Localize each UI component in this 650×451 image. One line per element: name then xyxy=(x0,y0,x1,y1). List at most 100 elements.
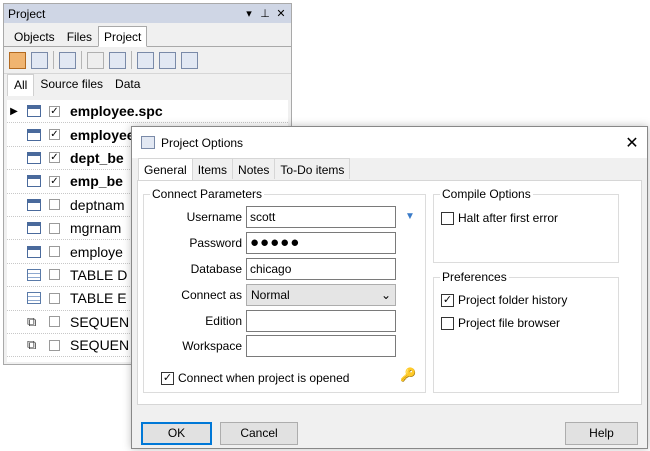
table-icon xyxy=(27,268,41,281)
key-icon[interactable]: 🔑 xyxy=(400,367,416,383)
project-options-icon xyxy=(141,136,155,149)
row-checkbox[interactable] xyxy=(49,292,60,304)
preferences-group: Preferences xyxy=(433,270,619,393)
row-checkbox[interactable] xyxy=(49,269,60,281)
subtab-data[interactable]: Data xyxy=(109,74,146,96)
chevron-down-icon: ⌄ xyxy=(380,288,391,302)
row-checkbox[interactable] xyxy=(49,222,60,234)
add-file-icon[interactable] xyxy=(59,51,76,69)
compile-all-icon[interactable] xyxy=(181,51,198,69)
connect-when-opened-box[interactable]: ✓ xyxy=(161,371,174,385)
download-icon[interactable] xyxy=(31,51,48,69)
list-item-name: emp_be xyxy=(70,173,123,190)
sequence-icon: ⧉ xyxy=(27,337,37,353)
file-icon xyxy=(27,222,41,235)
pin-icon[interactable]: ⊥ xyxy=(259,8,271,20)
list-item-name: SEQUEN xyxy=(70,337,130,354)
row-pointer-icon: ▶ xyxy=(10,105,18,117)
cancel-button[interactable]: Cancel xyxy=(220,422,298,445)
compile-icon[interactable] xyxy=(159,51,176,69)
password-input[interactable]: ●●●●● xyxy=(246,232,396,254)
tab-todo-items[interactable]: To-Do items xyxy=(274,158,351,179)
row-checkbox[interactable] xyxy=(49,246,60,258)
list-item-name: SEQUEN xyxy=(70,313,130,330)
dialog-close-icon[interactable]: ✕ xyxy=(617,133,647,153)
help-button[interactable]: Help xyxy=(565,422,638,445)
list-item[interactable]: ▶ ✓ employee.spc xyxy=(7,100,288,124)
file-browser-box[interactable] xyxy=(441,316,454,330)
connect-as-select[interactable]: Normal ⌄ xyxy=(246,284,396,306)
list-item-name: TABLE E xyxy=(70,290,127,307)
row-checkbox[interactable]: ✓ xyxy=(49,152,60,164)
ok-button[interactable]: OK xyxy=(141,422,212,445)
copy-icon[interactable] xyxy=(87,51,104,69)
edition-input[interactable] xyxy=(246,310,396,332)
row-checkbox[interactable]: ✓ xyxy=(49,175,60,187)
workspace-input[interactable] xyxy=(246,335,396,357)
row-checkbox[interactable] xyxy=(49,199,60,211)
panel-menu-icon[interactable]: ▾ xyxy=(243,8,255,20)
toolbar-separator xyxy=(131,51,132,69)
halt-after-error-checkbox[interactable]: Halt after first error xyxy=(441,211,558,225)
project-toolbar xyxy=(4,47,291,74)
table-icon xyxy=(27,292,41,305)
list-item-name: employee.spc xyxy=(70,103,163,120)
row-checkbox[interactable]: ✓ xyxy=(49,105,60,117)
toolbar-separator xyxy=(81,51,82,69)
preferences-legend: Preferences xyxy=(442,270,507,284)
list-item-name: TABLE D xyxy=(70,266,128,283)
list-item-name: deptnam xyxy=(70,196,125,213)
username-label: Username xyxy=(186,210,242,224)
folder-history-checkbox[interactable]: ✓ Project folder history xyxy=(441,293,567,307)
folder-history-box[interactable]: ✓ xyxy=(441,293,454,307)
tab-project[interactable]: Project xyxy=(98,26,148,47)
project-subtabs: All Source files Data xyxy=(4,74,291,96)
tab-general[interactable]: General xyxy=(138,158,193,180)
connect-when-opened-label: Connect when project is opened xyxy=(178,371,350,385)
subtab-all[interactable]: All xyxy=(7,74,35,96)
window-list-icon[interactable] xyxy=(109,51,126,69)
project-panel-title-bar: Project ▾ ⊥ ✕ xyxy=(4,4,291,23)
halt-after-error-label: Halt after first error xyxy=(458,211,559,225)
file-browser-checkbox[interactable]: Project file browser xyxy=(441,316,560,330)
list-item-name: dept_be xyxy=(70,149,124,166)
new-project-icon[interactable] xyxy=(9,51,26,69)
workspace-label: Workspace xyxy=(182,339,242,353)
file-icon xyxy=(27,198,41,211)
folder-history-label: Project folder history xyxy=(458,293,568,307)
compile-options-group: Compile Options xyxy=(433,187,619,263)
tab-files[interactable]: Files xyxy=(61,26,98,46)
row-checkbox[interactable] xyxy=(49,316,60,328)
file-icon xyxy=(27,128,41,141)
tab-notes[interactable]: Notes xyxy=(232,158,276,179)
edition-label: Edition xyxy=(205,314,242,328)
row-checkbox[interactable] xyxy=(49,339,60,351)
toolbar-separator xyxy=(53,51,54,69)
username-dropdown-icon[interactable]: ▼ xyxy=(405,211,415,222)
database-input[interactable]: chicago xyxy=(246,258,396,280)
project-panel-tabs: Objects Files Project xyxy=(4,23,291,47)
file-browser-label: Project file browser xyxy=(458,316,561,330)
tab-items[interactable]: Items xyxy=(191,158,234,179)
row-checkbox[interactable]: ✓ xyxy=(49,129,60,141)
sequence-icon: ⧉ xyxy=(27,313,37,329)
file-icon xyxy=(27,175,41,188)
tab-objects[interactable]: Objects xyxy=(8,26,61,46)
file-icon xyxy=(27,245,41,258)
close-icon[interactable]: ✕ xyxy=(275,8,287,20)
compile-options-legend: Compile Options xyxy=(442,187,531,201)
general-tab-panel: Connect Parameters Username scott ▼ Pass… xyxy=(137,180,642,405)
connect-parameters-legend: Connect Parameters xyxy=(152,187,263,201)
dialog-title: Project Options xyxy=(161,135,244,150)
subtab-source-files[interactable]: Source files xyxy=(34,74,109,96)
project-options-dialog: Project Options ✕ General Items Notes To… xyxy=(131,126,648,449)
connect-when-opened-checkbox[interactable]: ✓ Connect when project is opened xyxy=(161,371,349,385)
username-input[interactable]: scott xyxy=(246,206,396,228)
halt-after-error-box[interactable] xyxy=(441,211,454,225)
file-icon xyxy=(27,105,41,118)
connect-as-label: Connect as xyxy=(181,288,242,302)
dialog-tabs: General Items Notes To-Do items xyxy=(132,158,647,180)
build-icon[interactable] xyxy=(137,51,154,69)
list-item-name: employe xyxy=(70,243,123,260)
connect-as-value: Normal xyxy=(251,288,290,302)
